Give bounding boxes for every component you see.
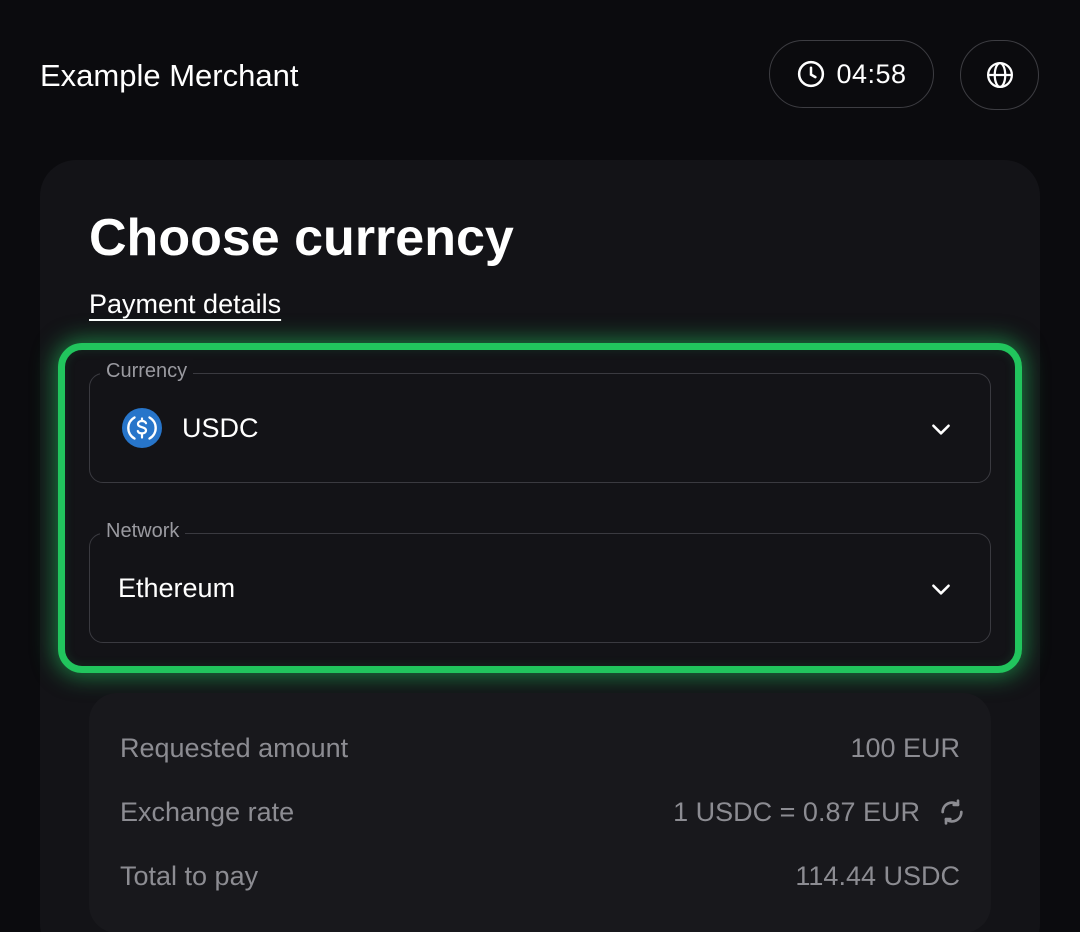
chevron-down-icon bbox=[932, 424, 950, 435]
clock-icon bbox=[798, 60, 825, 88]
network-label: Network bbox=[100, 517, 186, 545]
currency-select[interactable]: Currency USDC bbox=[89, 357, 991, 483]
chevron-down-icon bbox=[932, 584, 950, 595]
exchange-rate-value: 1 USDC = 0.87 EUR bbox=[673, 797, 920, 827]
payment-details-link[interactable]: Payment details bbox=[89, 286, 281, 322]
total-label: Total to pay bbox=[120, 861, 259, 891]
requested-amount-value: 100 EUR bbox=[850, 733, 960, 763]
globe-icon bbox=[986, 62, 1013, 88]
requested-amount-label: Requested amount bbox=[120, 733, 349, 763]
checkout-page: Example Merchant 04:58 Choose currency P… bbox=[0, 0, 1080, 932]
network-value: Ethereum bbox=[118, 573, 236, 603]
total-row: Total to pay 114.44 USDC bbox=[120, 858, 960, 894]
requested-amount-row: Requested amount 100 EUR bbox=[120, 730, 960, 766]
currency-value: USDC bbox=[182, 413, 259, 443]
network-select[interactable]: Network Ethereum bbox=[89, 517, 991, 643]
page-title: Choose currency bbox=[89, 209, 514, 267]
language-button[interactable] bbox=[960, 40, 1039, 110]
countdown-timer: 04:58 bbox=[769, 40, 934, 108]
refresh-icon[interactable] bbox=[936, 796, 968, 828]
usdc-icon bbox=[122, 408, 162, 448]
exchange-rate-label: Exchange rate bbox=[120, 797, 295, 827]
exchange-rate-row: Exchange rate 1 USDC = 0.87 EUR bbox=[120, 794, 963, 830]
merchant-name: Example Merchant bbox=[40, 58, 299, 93]
total-value: 114.44 USDC bbox=[795, 861, 960, 891]
exchange-rate-group: 1 USDC = 0.87 EUR bbox=[673, 794, 963, 830]
currency-label: Currency bbox=[100, 357, 194, 385]
timer-value: 04:58 bbox=[836, 58, 907, 89]
